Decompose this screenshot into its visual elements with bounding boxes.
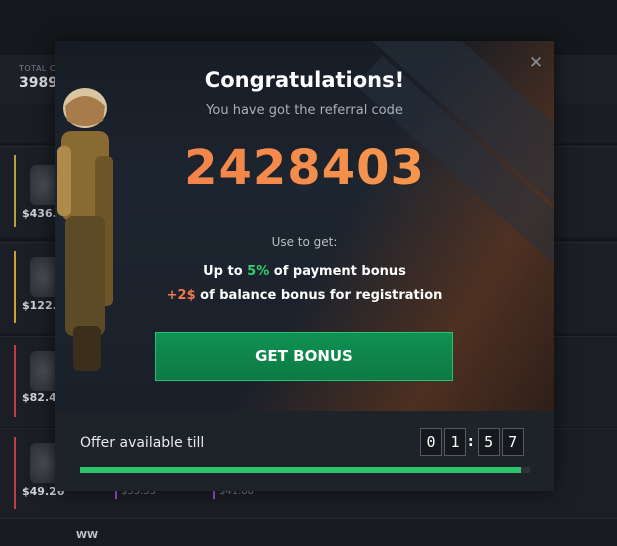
countdown-timer: 0 1 : 5 7 [418,427,524,457]
referral-code: 2428403 [55,140,554,196]
benefit-payment-bonus: Up to 5% of payment bonus [55,264,554,279]
modal-title: Congratulations! [204,68,405,92]
rarity-bar [14,437,16,509]
offer-progress-bar [80,467,530,473]
soldier-illustration [57,88,113,371]
benefit-highlight: +2$ [166,288,196,303]
offer-label: Offer available till [80,435,205,451]
benefit-highlight: 5% [247,264,270,279]
get-bonus-button[interactable]: GET BONUS [155,332,453,381]
benefit-text: of balance bonus for registration [195,288,443,303]
modal-subtitle: You have got the referral code [206,103,403,118]
timer-separator: : [468,434,474,450]
benefit-text: of payment bonus [269,264,406,279]
rarity-bar [14,345,16,417]
total-value: 3989 [19,75,58,91]
timer-digit: 0 [420,428,442,456]
benefit-text: Up to [203,264,248,279]
rarity-bar [14,155,16,227]
timer-digit: 1 [444,428,466,456]
timer-digit: 7 [501,428,524,456]
offer-footer: Offer available till 0 1 : 5 7 [55,411,554,491]
item-price: $436. [22,207,57,220]
item-price: $82.4 [22,391,57,404]
use-to-get-label: Use to get: [271,235,338,249]
referral-modal: ✕ Congratulations! You have got the refe… [55,41,554,491]
item-label: WW [76,530,99,541]
rarity-bar [14,251,16,323]
offer-progress-fill [80,467,521,473]
total-label: TOTAL C [19,64,57,73]
timer-digit: 5 [477,428,500,456]
benefit-balance-bonus: +2$ of balance bonus for registration [55,288,554,303]
